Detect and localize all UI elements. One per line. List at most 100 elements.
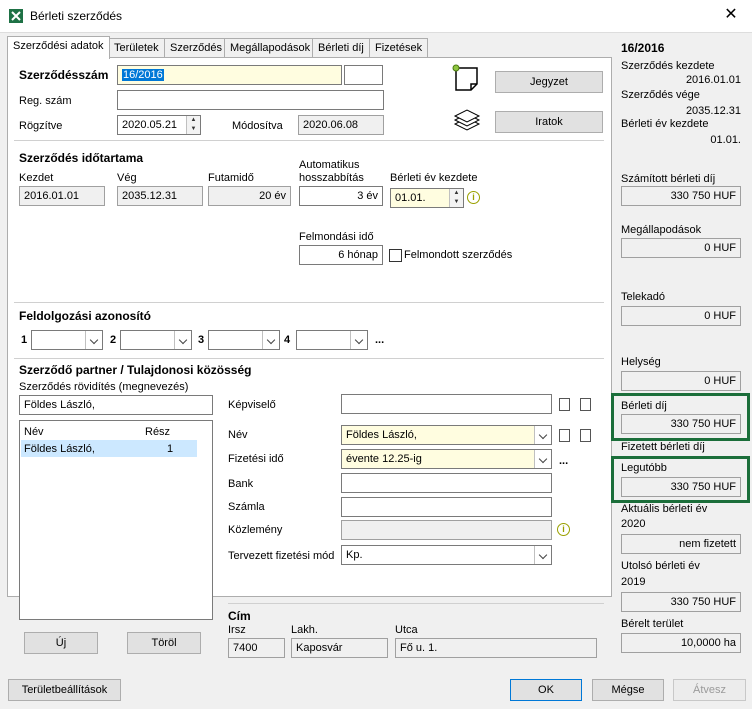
tab-contract-data[interactable]: Szerződési adatok (7, 36, 110, 59)
new-partner-button[interactable]: Új (24, 632, 98, 654)
date-spinner-icon[interactable]: ▲ ▼ (186, 116, 200, 134)
divider (228, 603, 604, 604)
side-area-label: Bérelt terület (621, 618, 684, 630)
side-tax-label: Telekadó (621, 291, 666, 303)
divider (14, 358, 604, 359)
side-current-year-label: Aktuális bérleti év (621, 503, 708, 515)
planned-payment-select[interactable]: Kp. (341, 545, 552, 565)
planned-payment-label: Tervezett fizetési mód (228, 550, 335, 562)
area-settings-button[interactable]: Területbeállítások (8, 679, 121, 701)
rent-year-spinner-icon[interactable]: ▲ ▼ (449, 189, 463, 207)
side-calc-value: 330 750 HUF (621, 186, 741, 206)
bank-select[interactable] (341, 473, 552, 493)
payment-note-input[interactable] (341, 520, 552, 540)
chevron-down-icon (534, 546, 551, 564)
terminated-label: Felmondott szerződés (404, 249, 513, 261)
term-value: 20 év (208, 186, 291, 206)
short-name-label: Szerződés rövidítés (megnevezés) (19, 381, 189, 393)
payment-time-select[interactable]: évente 12.25-ig (341, 449, 552, 469)
chevron-down-icon (85, 331, 102, 349)
address-heading: Cím (228, 609, 251, 623)
document-lines-icon[interactable] (559, 429, 570, 442)
name-select[interactable]: Földes László, (341, 425, 552, 445)
documents-button[interactable]: Iratok (495, 111, 603, 133)
city-label: Lakh. (291, 624, 318, 636)
side-contract-number: 16/2016 (621, 41, 665, 55)
side-year-value: 01.01. (710, 134, 741, 146)
side-rent-label: Bérleti díj (621, 400, 667, 412)
bank-label: Bank (228, 478, 254, 490)
start-label: Kezdet (19, 172, 54, 184)
zip-label: Irsz (228, 624, 246, 636)
account-label: Számla (228, 501, 265, 513)
blank-document-icon[interactable] (580, 429, 591, 442)
contract-number-input[interactable]: 16/2016 (117, 65, 342, 85)
note-icon (452, 64, 478, 91)
end-label: Vég (117, 172, 137, 184)
payment-time-more-button[interactable]: ... (559, 455, 568, 467)
rent-year-start-label: Bérleti év kezdete (390, 172, 478, 184)
terminated-checkbox[interactable] (389, 249, 402, 262)
chevron-down-icon (534, 450, 551, 468)
tab-areas[interactable]: Területek (108, 38, 165, 58)
reg-number-input[interactable] (117, 90, 384, 110)
info-icon[interactable]: i (467, 191, 480, 204)
info-icon[interactable]: i (557, 523, 570, 536)
side-start-value: 2016.01.01 (685, 74, 741, 86)
side-place-value: 0 HUF (621, 371, 741, 391)
tab-agreements[interactable]: Megállapodások (224, 38, 317, 58)
processing-id-4-select[interactable] (296, 330, 368, 350)
delete-partner-button[interactable]: Töröl (127, 632, 201, 654)
ok-button[interactable]: OK (510, 679, 582, 701)
side-agreements-value: 0 HUF (621, 238, 741, 258)
close-icon[interactable]: ✕ (716, 4, 746, 28)
note-button[interactable]: Jegyzet (495, 71, 603, 93)
processing-heading: Feldolgozási azonosító (19, 309, 152, 323)
modified-label: Módosítva (232, 120, 283, 132)
rent-year-start-input[interactable]: 01.01. ▲ ▼ (390, 188, 464, 208)
side-rent-value: 330 750 HUF (621, 414, 741, 434)
notice-period-input[interactable]: 6 hónap (299, 245, 383, 265)
list-header-name: Név (24, 426, 44, 438)
divider (14, 302, 604, 303)
window-title: Bérleti szerződés (30, 9, 123, 23)
tab-rent[interactable]: Bérleti díj (312, 38, 370, 58)
list-header-share: Rész (145, 426, 171, 438)
side-current-value: nem fizetett (621, 534, 741, 554)
side-prev-value: 330 750 HUF (621, 592, 741, 612)
end-value: 2035.12.31 (117, 186, 203, 206)
processing-id-3-label: 3 (198, 334, 205, 346)
processing-more-button[interactable]: ... (375, 334, 384, 346)
list-row-share: 1 (167, 443, 174, 455)
chevron-down-icon (534, 426, 551, 444)
chevron-down-icon (262, 331, 279, 349)
duration-heading: Szerződés időtartama (19, 151, 144, 165)
account-select[interactable] (341, 497, 552, 517)
street-value: Fő u. 1. (395, 638, 597, 658)
contract-number-suffix[interactable] (344, 65, 383, 85)
side-area-value: 10,0000 ha (621, 633, 741, 653)
app-icon (9, 9, 23, 23)
transfer-button[interactable]: Átvesz (673, 679, 746, 701)
auto-renew-input[interactable]: 3 év (299, 186, 383, 206)
contract-number-label: Szerződésszám (19, 68, 109, 82)
processing-id-2-label: 2 (110, 334, 117, 346)
document-lines-icon[interactable] (559, 398, 570, 411)
start-value: 2016.01.01 (19, 186, 105, 206)
blank-document-icon[interactable] (580, 398, 591, 411)
chevron-down-icon (174, 331, 191, 349)
street-label: Utca (395, 624, 418, 636)
cancel-button[interactable]: Mégse (592, 679, 664, 701)
city-value: Kaposvár (291, 638, 388, 658)
short-name-input[interactable]: Földes László, (19, 395, 213, 415)
tab-contract[interactable]: Szerződés (164, 38, 228, 58)
tab-payments[interactable]: Fizetések (369, 38, 429, 58)
processing-id-1-label: 1 (21, 334, 28, 346)
side-year-label: Bérleti év kezdete (621, 118, 709, 130)
auto-renew-label-2: hosszabbítás (299, 172, 364, 184)
representative-select[interactable] (341, 394, 552, 414)
processing-id-3-select[interactable] (208, 330, 280, 350)
processing-id-2-select[interactable] (120, 330, 192, 350)
processing-id-1-select[interactable] (31, 330, 103, 350)
recorded-date-input[interactable]: 2020.05.21 ▲ ▼ (117, 115, 201, 135)
